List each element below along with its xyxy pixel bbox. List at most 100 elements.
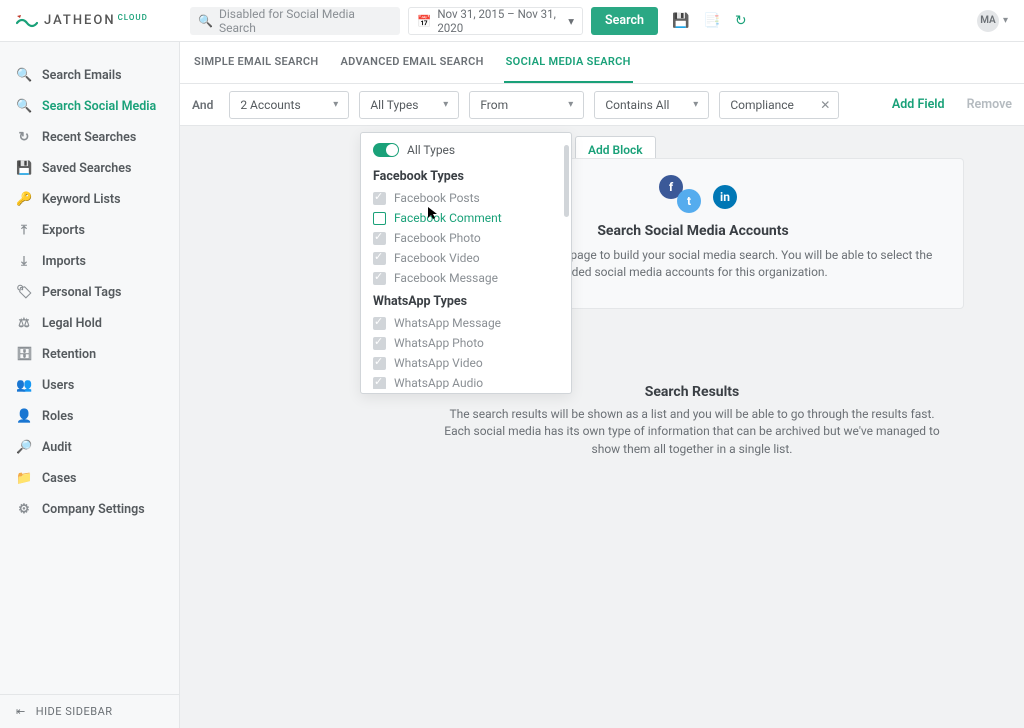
sidebar-item-label: Exports xyxy=(42,223,85,238)
direction-select[interactable]: From▾ xyxy=(469,91,584,119)
option-label: WhatsApp Message xyxy=(394,316,501,330)
date-range-picker[interactable]: 📅Nov 31, 2015 – Nov 31, 2020 ▾ xyxy=(408,7,583,35)
types-select[interactable]: All Types▾ xyxy=(359,91,459,119)
sidebar-item-company-settings[interactable]: ⚙ Company Settings xyxy=(0,494,179,525)
sidebar-item-label: Users xyxy=(42,378,74,393)
logo-icon xyxy=(16,13,38,29)
type-option-whatsapp-video[interactable]: WhatsApp Video xyxy=(361,353,571,373)
linkedin-icon: in xyxy=(713,185,737,209)
type-option-facebook-message[interactable]: Facebook Message xyxy=(361,268,571,288)
sidebar-item-imports[interactable]: ⤓ Imports xyxy=(0,246,179,277)
sidebar-item-exports[interactable]: ⤒ Exports xyxy=(0,215,179,246)
option-label: Facebook Photo xyxy=(394,231,481,245)
sidebar-item-recent-searches[interactable]: ↻ Recent Searches xyxy=(0,122,179,153)
sidebar-item-label: Company Settings xyxy=(42,502,145,517)
search-button[interactable]: Search xyxy=(591,7,658,35)
type-option-facebook-comment[interactable]: Facebook Comment xyxy=(361,208,571,228)
checkbox-icon xyxy=(373,192,386,205)
tab-advanced-email-search[interactable]: ADVANCED EMAIL SEARCH xyxy=(338,42,485,83)
remove-button[interactable]: Remove xyxy=(967,97,1012,112)
keyword-lists-icon: 🔑 xyxy=(16,192,32,207)
checkbox-icon xyxy=(373,357,386,370)
type-option-facebook-posts[interactable]: Facebook Posts xyxy=(361,188,571,208)
sidebar-item-retention[interactable]: 🗄Retention xyxy=(0,339,179,370)
type-option-whatsapp-message[interactable]: WhatsApp Message xyxy=(361,313,571,333)
search-icon: 🔍 xyxy=(198,14,213,28)
users-icon: 👥 xyxy=(16,378,32,393)
refresh-icon[interactable]: ↻ xyxy=(735,13,747,29)
sidebar-item-users[interactable]: 👥 Users xyxy=(0,370,179,401)
save-icon[interactable]: 💾 xyxy=(672,13,689,29)
checkbox-icon xyxy=(373,272,386,285)
chevron-down-icon: ▾ xyxy=(693,99,698,110)
type-option-facebook-photo[interactable]: Facebook Photo xyxy=(361,228,571,248)
user-menu[interactable]: MA ▾ xyxy=(977,10,1008,32)
logo: JATHEONCLOUD xyxy=(0,13,180,29)
twitter-icon: t xyxy=(677,189,701,213)
tab-social-media-search[interactable]: SOCIAL MEDIA SEARCH xyxy=(504,42,633,83)
accounts-select[interactable]: 2 Accounts▾ xyxy=(229,91,349,119)
checkbox-icon xyxy=(373,212,386,225)
sidebar-item-saved-searches[interactable]: 💾Saved Searches xyxy=(0,153,179,184)
sidebar-item-search-emails[interactable]: 🔍Search Emails xyxy=(0,60,179,91)
roles-icon: 👤 xyxy=(16,409,32,424)
sidebar-item-label: Roles xyxy=(42,409,73,424)
imports-icon: ⤓ xyxy=(16,254,32,269)
sidebar-item-search-social-media[interactable]: 🔍 Search Social Media xyxy=(0,91,179,122)
logo-text: JATHEONCLOUD xyxy=(44,13,148,28)
collapse-icon: ⇤ xyxy=(16,705,26,718)
sidebar-item-audit[interactable]: 🔎Audit xyxy=(0,432,179,463)
clear-icon[interactable]: ✕ xyxy=(820,98,830,112)
chevron-down-icon: ▾ xyxy=(443,99,448,110)
search-results-info: Search Results The search results will b… xyxy=(440,384,944,458)
sidebar-item-roles[interactable]: 👤 Roles xyxy=(0,401,179,432)
sidebar-item-label: Personal Tags xyxy=(42,285,121,300)
global-search-input: 🔍 Disabled for Social Media Search xyxy=(190,7,400,35)
exports-icon: ⤒ xyxy=(16,223,32,238)
match-select[interactable]: Contains All▾ xyxy=(594,91,709,119)
sidebar-item-legal-hold[interactable]: ⚖Legal Hold xyxy=(0,308,179,339)
search-term-input[interactable]: Compliance✕ xyxy=(719,91,839,119)
sidebar-item-label: Imports xyxy=(42,254,86,269)
chevron-down-icon: ▾ xyxy=(1003,15,1008,26)
audit-icon: 🔎 xyxy=(16,440,32,455)
and-operator-label: And xyxy=(192,98,213,112)
sidebar-item-label: Search Emails xyxy=(42,68,122,83)
sidebar-item-label: Keyword Lists xyxy=(42,192,121,207)
all-types-toggle[interactable] xyxy=(373,143,399,157)
search-social-media-icon: 🔍 xyxy=(16,99,32,114)
sidebar-item-cases[interactable]: 📁Cases xyxy=(0,463,179,494)
option-label: WhatsApp Photo xyxy=(394,336,484,350)
personal-tags-icon: 🏷 xyxy=(16,285,32,300)
chevron-down-icon: ▾ xyxy=(568,14,574,28)
sidebar-item-keyword-lists[interactable]: 🔑 Keyword Lists xyxy=(0,184,179,215)
type-option-facebook-video[interactable]: Facebook Video xyxy=(361,248,571,268)
retention-icon: 🗄 xyxy=(16,347,32,362)
add-field-button[interactable]: Add Field xyxy=(892,97,945,112)
calendar-icon: 📅 xyxy=(417,14,431,28)
option-label: WhatsApp Audio xyxy=(394,376,483,389)
type-option-whatsapp-photo[interactable]: WhatsApp Photo xyxy=(361,333,571,353)
cases-icon: 📁 xyxy=(16,471,32,486)
recent-searches-icon: ↻ xyxy=(16,130,32,145)
hide-sidebar-button[interactable]: ⇤ HIDE SIDEBAR xyxy=(0,694,179,728)
export-icon[interactable]: 📑 xyxy=(703,13,720,29)
sidebar-item-label: Legal Hold xyxy=(42,316,102,331)
company-settings-icon: ⚙ xyxy=(16,502,32,517)
all-types-label: All Types xyxy=(407,143,455,157)
group-whatsapp-types: WhatsApp Types xyxy=(361,288,571,313)
types-dropdown[interactable]: All Types Facebook Types Facebook PostsF… xyxy=(360,132,572,394)
option-label: Facebook Message xyxy=(394,271,498,285)
checkbox-icon xyxy=(373,317,386,330)
sidebar-item-label: Search Social Media xyxy=(42,99,156,114)
checkbox-icon xyxy=(373,232,386,245)
results-body: The search results will be shown as a li… xyxy=(440,406,944,458)
sidebar-item-label: Recent Searches xyxy=(42,130,136,145)
checkbox-icon xyxy=(373,377,386,390)
type-option-whatsapp-audio[interactable]: WhatsApp Audio xyxy=(361,373,571,389)
tab-simple-email-search[interactable]: SIMPLE EMAIL SEARCH xyxy=(192,42,320,83)
sidebar-item-label: Saved Searches xyxy=(42,161,131,176)
group-facebook-types: Facebook Types xyxy=(361,163,571,188)
sidebar-item-personal-tags[interactable]: 🏷 Personal Tags xyxy=(0,277,179,308)
chevron-down-icon: ▾ xyxy=(568,99,573,110)
